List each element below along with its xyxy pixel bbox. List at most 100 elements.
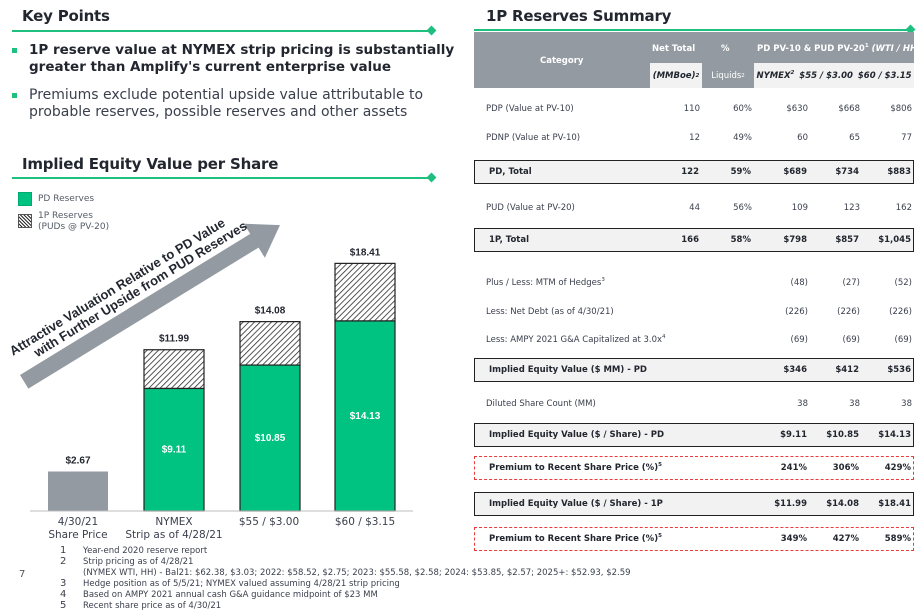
reserves-title-rule [474, 29, 911, 31]
key-point-2-line2: probable reserves, possible reserves and… [29, 104, 408, 120]
row-label: Diluted Share Count (MM) [486, 399, 596, 409]
row-label-text: PDP (Value at PV-10) [486, 104, 574, 114]
table-row: Premium to Recent Share Price (%)5 241% 30… [474, 456, 914, 480]
table-row: PUD (Value at PV-20) 44 56% 109 123 162 [474, 197, 914, 221]
row-cell: 166 [681, 235, 699, 245]
row-label-text: Implied Equity Value ($ / Share) - PD [489, 430, 665, 440]
x-label-1-line2: Strip as of 4/28/21 [125, 529, 223, 541]
bar-label-pd: $9.11 [162, 445, 187, 456]
row-label-text: Implied Equity Value ($ MM) - PD [489, 365, 647, 375]
table-row: PDP (Value at PV-10) 110 60% $630 $668 $806 [474, 98, 914, 122]
row-cell: $9.11 [780, 430, 807, 440]
row-label: Plus / Less: MTM of Hedges3 [486, 277, 605, 288]
chart-title: Implied Equity Value per Share [22, 155, 279, 173]
row-label: Implied Equity Value ($ / Share) - 1P [489, 499, 663, 509]
row-cell: 65 [849, 133, 860, 143]
key-points-rule [12, 30, 432, 32]
row-label: PD, Total [489, 167, 532, 177]
row-label: Premium to Recent Share Price (%)5 [489, 462, 662, 473]
table-row: Premium to Recent Share Price (%)5 349% 42… [474, 527, 914, 551]
header-col-60: $60 / $3.15 [857, 70, 912, 81]
row-cell: 58% [730, 235, 751, 245]
row-cell: $630 [786, 104, 808, 114]
table-row: Implied Equity Value ($ / Share) - PD $9.… [474, 423, 914, 447]
row-label-text: Less: AMPY 2021 G&A Capitalized at 3.0x [486, 335, 663, 345]
key-point-1: 1P reserve value at NYMEX strip pricing … [12, 42, 454, 76]
header-pct: % [721, 44, 730, 54]
row-cell: (226) [889, 307, 912, 317]
footnote-text: Recent share price as of 4/30/21 [83, 601, 222, 611]
row-cell: 429% [884, 463, 911, 473]
footnote-number: 3 [60, 578, 67, 589]
row-label: Premium to Recent Share Price (%)5 [489, 533, 662, 544]
header-net-total-text: Net Total [652, 44, 696, 54]
header-mmboe: (MMBoe) [652, 70, 696, 81]
bar-share-price [48, 471, 108, 511]
row-cell: $806 [890, 104, 912, 114]
row-cell: 38 [849, 399, 860, 409]
key-point-2-line1: Premiums exclude potential upside value … [29, 87, 424, 103]
x-label-nymex: NYMEX Strip as of 4/28/21 [119, 516, 229, 542]
row-label-sup: 4 [662, 334, 666, 341]
row-cell: 77 [901, 133, 912, 143]
footnote-number: 1 [60, 545, 67, 556]
header-pct-unit: Liquids 2 [702, 63, 754, 88]
row-cell: $734 [835, 167, 859, 177]
chart-title-rule [12, 177, 432, 179]
row-cell: $798 [783, 235, 807, 245]
row-cell: $10.85 [826, 430, 859, 440]
header-col-nymex: NYMEX2 [756, 69, 795, 81]
header-net-total-unit: (MMBoe) 2 [650, 63, 702, 88]
bar-label-share-price: $2.67 [65, 455, 90, 466]
header-nymex-text: NYMEX [756, 70, 791, 81]
row-label-sup: 5 [658, 462, 662, 469]
row-cell: 162 [895, 203, 912, 213]
row-cell: (69) [894, 335, 912, 345]
reserves-table-header: Category Net Total % PD PV-10 & PUD PV-2… [474, 32, 921, 88]
bullet-square-icon [12, 48, 17, 53]
row-label-text: Plus / Less: MTM of Hedges [486, 278, 602, 288]
bar-label-1p: $11.99 [159, 334, 189, 345]
row-cell: (226) [785, 307, 808, 317]
row-cell: 12 [689, 133, 700, 143]
key-points-title: Key Points [22, 7, 110, 25]
x-label-0-line1: 4/30/21 [57, 516, 99, 528]
row-label-text: 1P, Total [489, 235, 529, 245]
row-cell: $536 [887, 365, 911, 375]
footnote-number: 4 [60, 589, 67, 600]
row-label: 1P, Total [489, 235, 529, 245]
row-cell: $14.08 [826, 499, 859, 509]
row-cell: 241% [780, 463, 807, 473]
header-net-total: Net Total [652, 44, 695, 54]
key-point-1-line1: 1P reserve value at NYMEX strip pricing … [29, 42, 455, 58]
row-cell: 60% [733, 104, 752, 114]
bar-1p-reserves [239, 321, 301, 366]
x-label-60: $60 / $3.15 [310, 516, 420, 529]
row-cell: $668 [838, 104, 860, 114]
row-label-text: Implied Equity Value ($ / Share) - 1P [489, 499, 663, 509]
row-label-text: PD, Total [489, 167, 532, 177]
row-cell: $1,045 [878, 235, 911, 245]
row-cell: $883 [887, 167, 911, 177]
header-col-55: $55 / $3.00 [799, 70, 853, 81]
row-cell: $346 [783, 365, 807, 375]
x-label-0-line2: Share Price [48, 529, 108, 541]
header-nymex-sup: 2 [790, 69, 795, 76]
header-price-cols: NYMEX2 $55 / $3.00 $60 / $3.15 [754, 63, 914, 88]
table-row: PD, Total 122 59% $689 $734 $883 [474, 160, 914, 184]
row-cell: 427% [832, 534, 859, 544]
x-label-55: $55 / $3.00 [214, 516, 324, 529]
row-label: PDNP (Value at PV-10) [486, 133, 580, 143]
footnote-text: Based on AMPY 2021 annual cash G&A guida… [83, 590, 378, 600]
arrow-text-line2: with Further Upside from PUD Reserves [30, 218, 249, 360]
table-row: Less: AMPY 2021 G&A Capitalized at 3.0x4… [474, 329, 914, 353]
reserves-title: 1P Reserves Summary [486, 7, 672, 25]
row-cell: 38 [797, 399, 808, 409]
row-label: PUD (Value at PV-20) [486, 203, 575, 213]
key-point-2: Premiums exclude potential upside value … [12, 87, 423, 121]
table-row: Implied Equity Value ($ MM) - PD $346 $412… [474, 358, 914, 382]
page-number: 7 [19, 569, 26, 580]
footnote-number: 5 [60, 600, 67, 611]
row-cell: (69) [790, 335, 808, 345]
table-row: Implied Equity Value ($ / Share) - 1P $11… [474, 492, 914, 516]
